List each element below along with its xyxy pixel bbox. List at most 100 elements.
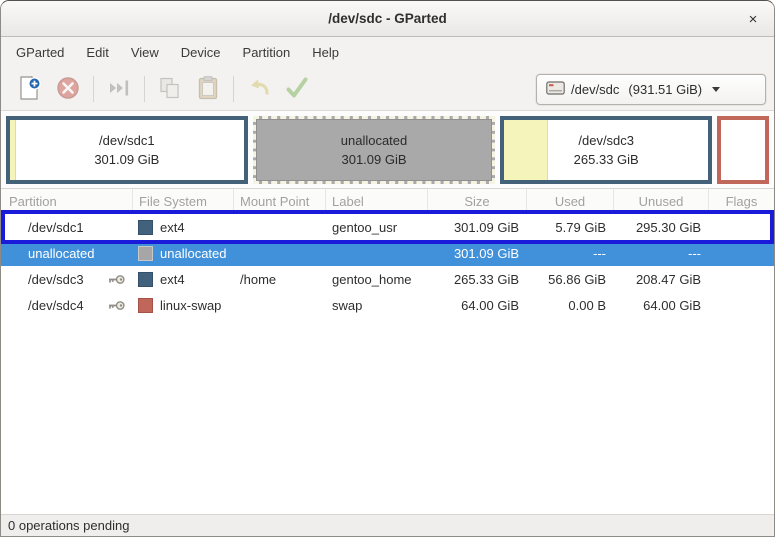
used-space-strip — [10, 119, 16, 180]
filesystem-color-swatch — [138, 219, 153, 235]
segment-name: /dev/sdc1 — [99, 132, 155, 148]
device-selector-size: (931.51 GiB) — [628, 81, 703, 97]
menu-device[interactable]: Device — [170, 37, 232, 68]
segment-size: 301.09 GiB — [341, 151, 407, 167]
new-partition-button[interactable] — [11, 71, 49, 107]
mount-point-cell — [234, 292, 326, 318]
size-cell: 265.33 GiB — [453, 271, 519, 287]
filesystem-name: unallocated — [160, 245, 227, 261]
disk-segment-sdc1[interactable]: /dev/sdc1 301.09 GiB — [6, 115, 248, 184]
device-selector[interactable]: /dev/sdc (931.51 GiB) — [536, 73, 766, 105]
gparted-window: /dev/sdc - GParted × GParted Edit View D… — [0, 0, 775, 537]
used-cell: 0.00 B — [568, 297, 606, 313]
table-row-sdc4[interactable]: /dev/sdc4 linux-swap swap 64.00 GiB 0.00… — [1, 292, 774, 318]
device-selector-device: /dev/sdc — [571, 81, 620, 97]
unused-cell: 208.47 GiB — [635, 271, 701, 287]
titlebar: /dev/sdc - GParted × — [1, 1, 774, 37]
disk-segment-sdc4[interactable] — [717, 115, 769, 184]
filesystem-color-swatch — [138, 297, 153, 313]
partition-name: /dev/sdc1 — [28, 219, 84, 235]
segment-size: 265.33 GiB — [573, 151, 639, 167]
filesystem-cell: linux-swap — [133, 292, 234, 318]
unused-cell: 64.00 GiB — [643, 297, 701, 313]
copy-icon — [157, 75, 183, 104]
header-mount-point: Mount Point — [234, 189, 326, 213]
header-file-system: File System — [133, 189, 234, 213]
header-flags: Flags — [725, 193, 758, 209]
delete-partition-icon — [55, 75, 81, 104]
label-cell: gentoo_usr — [332, 219, 398, 235]
paste-icon — [195, 75, 221, 104]
size-cell: 64.00 GiB — [461, 297, 519, 313]
label-cell: swap — [332, 297, 363, 313]
mount-point-cell: /home — [240, 271, 277, 287]
disk-segment-sdc3[interactable]: /dev/sdc3 265.33 GiB — [500, 115, 713, 184]
size-cell: 301.09 GiB — [453, 245, 519, 261]
size-cell: 301.09 GiB — [453, 219, 519, 235]
label-cell: gentoo_home — [332, 271, 412, 287]
table-row-unallocated[interactable]: unallocated unallocated 301.09 GiB --- -… — [1, 240, 774, 266]
filesystem-color-swatch — [138, 245, 153, 261]
new-partition-icon — [17, 74, 43, 105]
filesystem-name: ext4 — [160, 271, 185, 287]
apply-button — [278, 71, 316, 107]
filesystem-name: ext4 — [160, 219, 185, 235]
label-cell — [326, 240, 428, 266]
partition-cell: /dev/sdc4 — [1, 292, 133, 318]
table-row-sdc3[interactable]: /dev/sdc3 ext4 /home gentoo_home 265.33 … — [1, 266, 774, 292]
apply-icon — [284, 75, 310, 104]
used-cell: --- — [593, 245, 606, 261]
statusbar: 0 operations pending — [1, 514, 774, 536]
menubar: GParted Edit View Device Partition Help — [1, 37, 774, 68]
pending-operations-text: 0 operations pending — [8, 518, 130, 533]
used-space-strip — [504, 119, 549, 180]
undo-button — [240, 71, 278, 107]
table-row-sdc1[interactable]: /dev/sdc1 ext4 gentoo_usr 301.09 GiB 5.7… — [1, 214, 774, 240]
partition-cell: unallocated — [1, 240, 133, 266]
mount-point-cell — [234, 214, 326, 240]
header-unused: Unused — [614, 189, 709, 213]
close-icon[interactable]: × — [742, 8, 764, 30]
partition-cell: /dev/sdc1 — [1, 214, 133, 240]
hard-drive-icon — [546, 80, 565, 98]
menu-edit[interactable]: Edit — [75, 37, 119, 68]
paste-button — [189, 71, 227, 107]
menu-view[interactable]: View — [120, 37, 170, 68]
filesystem-name: linux-swap — [160, 297, 222, 313]
toolbar: /dev/sdc (931.51 GiB) — [1, 68, 774, 111]
partition-cell: /dev/sdc3 — [1, 266, 133, 292]
copy-button — [151, 71, 189, 107]
delete-partition-button — [49, 71, 87, 107]
menu-help[interactable]: Help — [301, 37, 350, 68]
segment-name: unallocated — [340, 132, 408, 148]
filesystem-color-swatch — [138, 271, 153, 287]
resize-move-button — [100, 71, 138, 107]
filesystem-cell: ext4 — [133, 266, 234, 292]
partition-name: /dev/sdc3 — [28, 271, 84, 287]
header-size: Size — [428, 189, 527, 213]
unused-cell: 295.30 GiB — [635, 219, 701, 235]
used-cell: 5.79 GiB — [555, 219, 606, 235]
flags-cell — [709, 292, 774, 318]
toolbar-separator — [93, 76, 94, 102]
chevron-down-icon — [712, 86, 721, 92]
used-cell: 56.86 GiB — [548, 271, 606, 287]
flags-cell — [709, 240, 774, 266]
disk-visual-bar: /dev/sdc1 301.09 GiB unallocated 301.09 … — [1, 111, 774, 189]
key-icon — [108, 300, 125, 311]
segment-size: 301.09 GiB — [94, 151, 160, 167]
filesystem-cell: ext4 — [133, 214, 234, 240]
undo-icon — [246, 75, 272, 104]
window-title: /dev/sdc - GParted — [328, 11, 447, 26]
mount-point-cell — [234, 240, 326, 266]
menu-gparted[interactable]: GParted — [5, 37, 75, 68]
header-label: Label — [326, 189, 428, 213]
header-partition: Partition — [1, 189, 133, 213]
key-icon — [108, 274, 125, 285]
menu-partition[interactable]: Partition — [232, 37, 302, 68]
flags-cell — [709, 266, 774, 292]
filesystem-cell: unallocated — [133, 240, 234, 266]
disk-segment-unallocated[interactable]: unallocated 301.09 GiB — [252, 115, 496, 184]
flags-cell — [709, 214, 774, 240]
unused-cell: --- — [688, 245, 701, 261]
